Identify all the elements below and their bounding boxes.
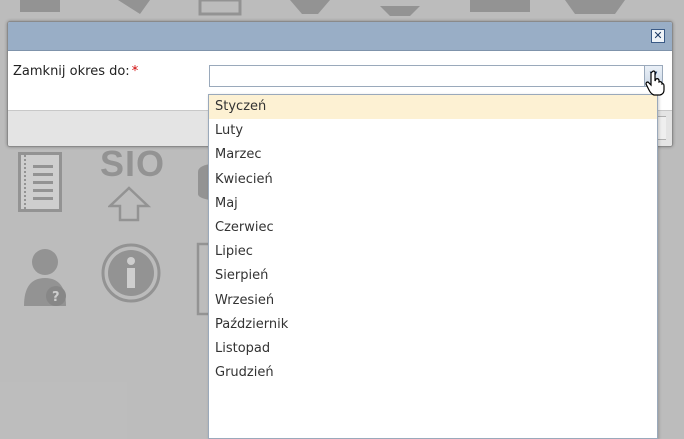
month-option[interactable]: Wrzesień [209, 289, 657, 313]
month-option[interactable]: Kwiecień [209, 168, 657, 192]
month-option[interactable]: Styczeń [209, 95, 657, 120]
required-mark: * [131, 64, 139, 79]
close-icon[interactable]: ✕ [651, 29, 665, 43]
month-option[interactable]: Maj [209, 192, 657, 216]
month-option[interactable]: Marzec [209, 143, 657, 167]
hand-cursor-icon [645, 70, 665, 96]
period-select[interactable]: ▼ [209, 65, 663, 87]
month-option[interactable]: Sierpień [209, 264, 657, 288]
month-option[interactable]: Listopad [209, 337, 657, 361]
month-option[interactable]: Czerwiec [209, 216, 657, 240]
month-dropdown-list: Styczeń Luty Marzec Kwiecień Maj Czerwie… [208, 94, 658, 439]
month-option[interactable]: Październik [209, 313, 657, 337]
period-label-text: Zamknij okres do: [13, 64, 130, 79]
month-option[interactable]: Luty [209, 119, 657, 143]
dialog-header: ✕ [8, 22, 672, 51]
month-option[interactable]: Lipiec [209, 240, 657, 264]
month-option[interactable]: Grudzień [209, 361, 657, 385]
period-field-label: Zamknij okres do: * [13, 64, 138, 79]
